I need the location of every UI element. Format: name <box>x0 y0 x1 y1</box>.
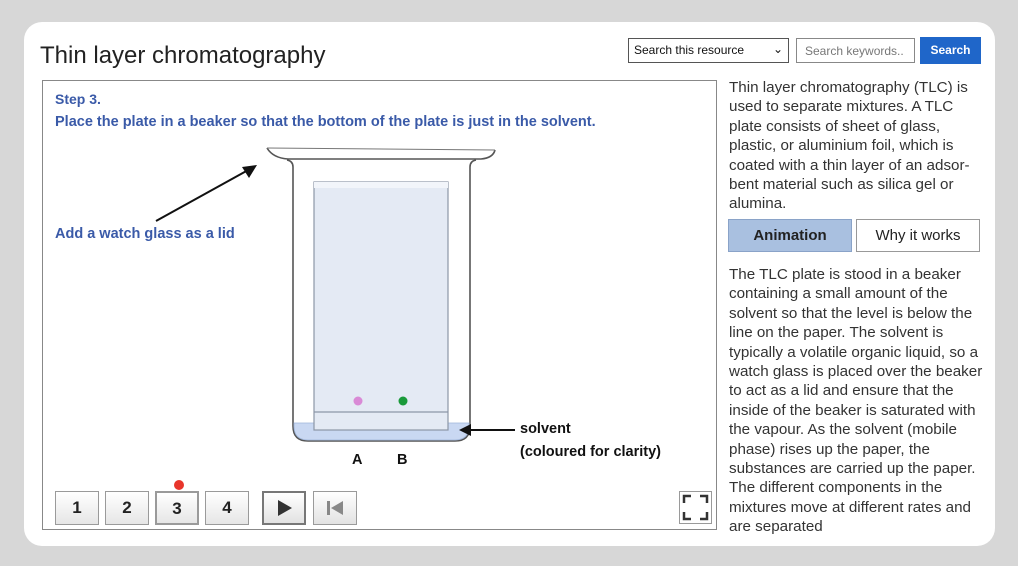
current-step-indicator <box>174 480 184 490</box>
solvent-note: (coloured for clarity) <box>520 444 661 460</box>
description-text: The TLC plate is stood in a beaker conta… <box>729 266 983 536</box>
step-title: Step 3. <box>55 91 101 107</box>
fullscreen-icon <box>682 494 709 521</box>
tab-animation[interactable]: Animation <box>728 219 852 252</box>
page-title: Thin layer chromatography <box>40 42 326 69</box>
search-scope-value: Search this resource <box>634 43 745 57</box>
step-button-4[interactable]: 4 <box>205 491 249 525</box>
search-placeholder: Search keywords.. <box>805 44 904 58</box>
play-icon <box>278 500 292 516</box>
skip-back-icon <box>327 501 343 515</box>
tlc-diagram <box>155 147 515 442</box>
search-input[interactable]: Search keywords.. <box>796 38 915 63</box>
tab-why-it-works[interactable]: Why it works <box>856 219 980 252</box>
step-button-2[interactable]: 2 <box>105 491 149 525</box>
solvent-label: solvent <box>520 421 571 437</box>
watch-glass-arrow <box>155 168 251 222</box>
step-instruction: Place the plate in a beaker so that the … <box>55 114 596 130</box>
spot-b <box>398 396 408 406</box>
step-button-3[interactable]: 3 <box>155 491 199 525</box>
restart-button[interactable] <box>313 491 357 525</box>
watch-glass-top <box>266 147 496 151</box>
watch-glass-label: Add a watch glass as a lid <box>55 226 235 242</box>
spot-a <box>353 396 363 406</box>
spot-label-b: B <box>397 452 408 468</box>
search-button[interactable]: Search <box>920 37 981 64</box>
step-button-1[interactable]: 1 <box>55 491 99 525</box>
animation-panel: Step 3. Place the plate in a beaker so t… <box>42 80 717 530</box>
play-button[interactable] <box>262 491 306 525</box>
content-frame: Thin layer chromatography Search this re… <box>24 22 995 546</box>
fullscreen-button[interactable] <box>679 491 712 524</box>
plate-top-strip <box>314 182 448 188</box>
chevron-down-icon: ⌄ <box>772 42 783 56</box>
search-scope-select[interactable]: Search this resource ⌄ <box>628 38 789 63</box>
intro-text: Thin layer chromatography (TLC) is used … <box>729 79 970 213</box>
tlc-plate <box>313 181 449 431</box>
spot-label-a: A <box>352 452 363 468</box>
